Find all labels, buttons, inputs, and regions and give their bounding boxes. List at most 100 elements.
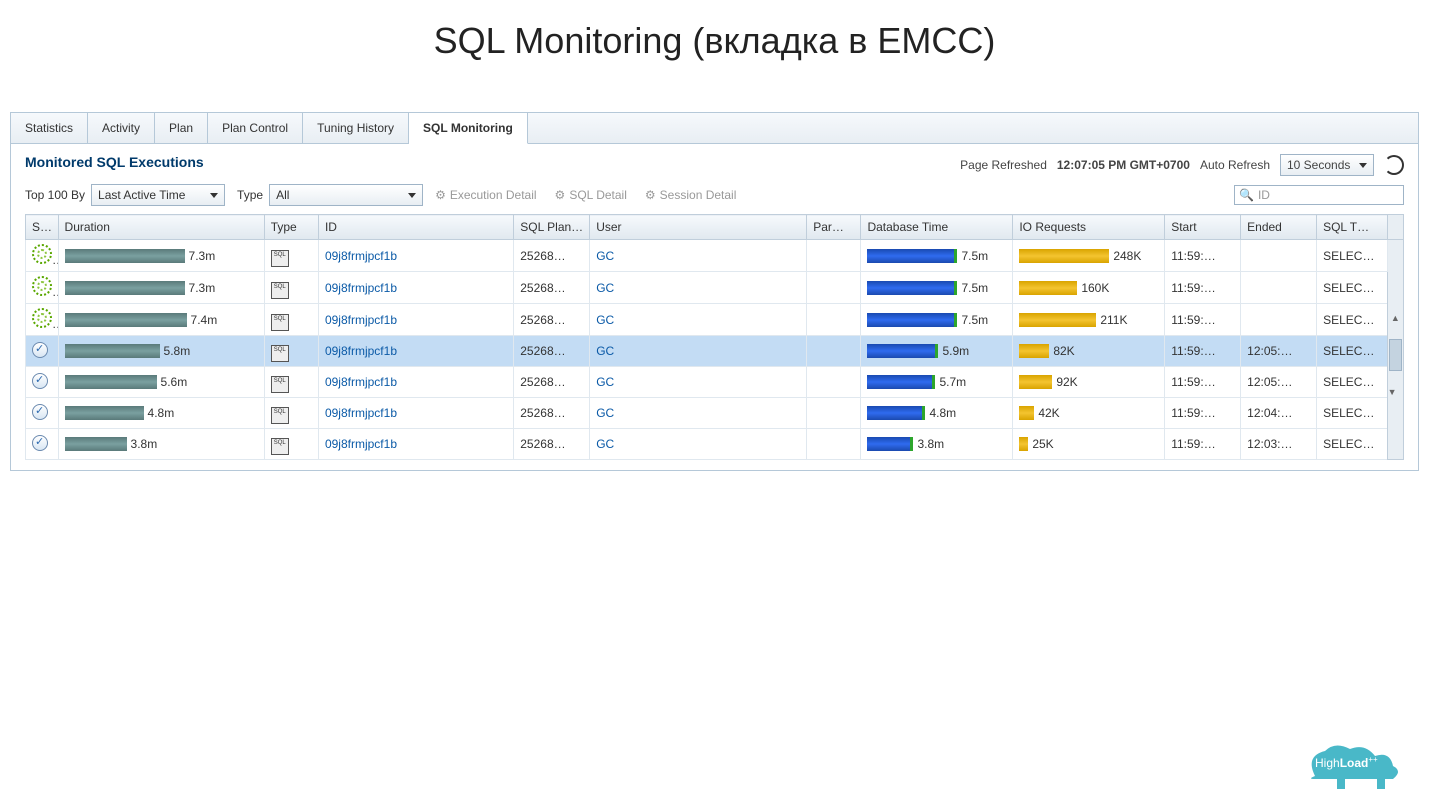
sql-type-icon: SQL [271,407,289,424]
dbtime-cell: 7.5m [861,240,1013,272]
execution-detail-button[interactable]: ⚙Execution Detail [429,185,542,205]
user-cell[interactable]: GC [590,336,807,367]
chevron-down-icon [1359,163,1367,168]
user-cell[interactable]: GC [590,367,807,398]
user-cell[interactable]: GC [590,304,807,336]
tab-plan-control[interactable]: Plan Control [208,113,303,143]
auto-refresh-select[interactable]: 10 Seconds [1280,154,1374,176]
duration-cell: 5.6m [58,367,264,398]
duration-cell: 7.3m [58,240,264,272]
id-cell[interactable]: 09j8frmjpcf1b [318,272,513,304]
duration-bar [65,281,185,295]
emcc-panel: StatisticsActivityPlanPlan ControlTuning… [10,112,1419,471]
table-row[interactable]: 5.8mSQL09j8frmjpcf1b25268…GC5.9m82K11:59… [26,336,1404,367]
sqlt-cell: SELEC… [1317,304,1388,336]
id-cell[interactable]: 09j8frmjpcf1b [318,367,513,398]
status-cell [26,398,59,429]
status-cell [26,367,59,398]
session-detail-button[interactable]: ⚙Session Detail [639,185,742,205]
col-plan[interactable]: SQL Plan Hash [514,215,590,240]
col-duration[interactable]: Duration [58,215,264,240]
page-refreshed-time: 12:07:05 PM GMT+0700 [1057,158,1190,172]
col-status[interactable]: S… [26,215,59,240]
par-cell [807,398,861,429]
io-bar [1019,281,1077,295]
id-cell[interactable]: 09j8frmjpcf1b [318,336,513,367]
table-row[interactable]: 5.6mSQL09j8frmjpcf1b25268…GC5.7m92K11:59… [26,367,1404,398]
tab-activity[interactable]: Activity [88,113,155,143]
tab-statistics[interactable]: Statistics [11,113,88,143]
user-cell[interactable]: GC [590,398,807,429]
duration-bar [65,375,157,389]
tab-sql-monitoring[interactable]: SQL Monitoring [409,113,528,144]
tab-bar: StatisticsActivityPlanPlan ControlTuning… [11,113,1418,144]
type-cell: SQL [264,336,318,367]
col-ended[interactable]: Ended [1241,215,1317,240]
par-cell [807,304,861,336]
col-start[interactable]: Start [1165,215,1241,240]
col-par[interactable]: Par… [807,215,861,240]
user-cell[interactable]: GC [590,240,807,272]
id-cell[interactable]: 09j8frmjpcf1b [318,429,513,460]
io-cell: 92K [1013,367,1165,398]
table-row[interactable]: 7.4mSQL09j8frmjpcf1b25268…GC7.5m211K11:5… [26,304,1404,336]
dbtime-bar [867,406,925,420]
start-cell: 11:59:… [1165,429,1241,460]
table-row[interactable]: 7.3mSQL09j8frmjpcf1b25268…GC7.5m248K11:5… [26,240,1404,272]
io-bar [1019,313,1096,327]
col-sqlt[interactable]: SQL T… [1317,215,1388,240]
user-cell[interactable]: GC [590,429,807,460]
table-row[interactable]: 4.8mSQL09j8frmjpcf1b25268…GC4.8m42K11:59… [26,398,1404,429]
scrollbar[interactable]: ▲▼ [1387,240,1403,460]
dbtime-bar [867,313,957,327]
section-title: Monitored SQL Executions [25,154,204,170]
auto-refresh-value: 10 Seconds [1287,158,1353,172]
done-icon [32,404,48,420]
plan-cell: 25268… [514,304,590,336]
tab-plan[interactable]: Plan [155,113,208,143]
type-select[interactable]: All [269,184,423,206]
status-cell [26,429,59,460]
col-user[interactable]: User [590,215,807,240]
running-icon [32,276,52,296]
plan-cell: 25268… [514,336,590,367]
top100-value: Last Active Time [98,188,204,202]
col-type[interactable]: Type [264,215,318,240]
sqlt-cell: SELEC… [1317,367,1388,398]
io-cell: 25K [1013,429,1165,460]
ended-cell: 12:03:… [1241,429,1317,460]
top100-select[interactable]: Last Active Time [91,184,225,206]
ended-cell [1241,272,1317,304]
id-cell[interactable]: 09j8frmjpcf1b [318,304,513,336]
col-id[interactable]: ID [318,215,513,240]
col-io[interactable]: IO Requests [1013,215,1165,240]
dbtime-cell: 7.5m [861,272,1013,304]
io-cell: 160K [1013,272,1165,304]
plan-cell: 25268… [514,272,590,304]
sql-type-icon: SQL [271,314,289,331]
io-bar [1019,406,1034,420]
col-dbtime[interactable]: Database Time [861,215,1013,240]
slide-title: SQL Monitoring (вкладка в EMCC) [0,0,1429,72]
sql-detail-button[interactable]: ⚙SQL Detail [549,185,633,205]
io-cell: 42K [1013,398,1165,429]
id-cell[interactable]: 09j8frmjpcf1b [318,398,513,429]
chevron-down-icon [408,193,416,198]
type-cell: SQL [264,272,318,304]
search-input[interactable]: 🔍 ID [1234,185,1404,205]
running-icon [32,308,52,328]
refresh-icon[interactable] [1384,155,1404,175]
ended-cell: 12:04:… [1241,398,1317,429]
sql-table: S… Duration Type ID SQL Plan Hash User P… [25,214,1404,460]
tab-tuning-history[interactable]: Tuning History [303,113,409,143]
page-refreshed-label: Page Refreshed [960,158,1047,172]
user-cell[interactable]: GC [590,272,807,304]
table-row[interactable]: 7.3mSQL09j8frmjpcf1b25268…GC7.5m160K11:5… [26,272,1404,304]
sql-type-icon: SQL [271,250,289,267]
sql-type-icon: SQL [271,345,289,362]
table-row[interactable]: 3.8mSQL09j8frmjpcf1b25268…GC3.8m25K11:59… [26,429,1404,460]
id-cell[interactable]: 09j8frmjpcf1b [318,240,513,272]
duration-bar [65,249,185,263]
dbtime-cell: 3.8m [861,429,1013,460]
par-cell [807,272,861,304]
